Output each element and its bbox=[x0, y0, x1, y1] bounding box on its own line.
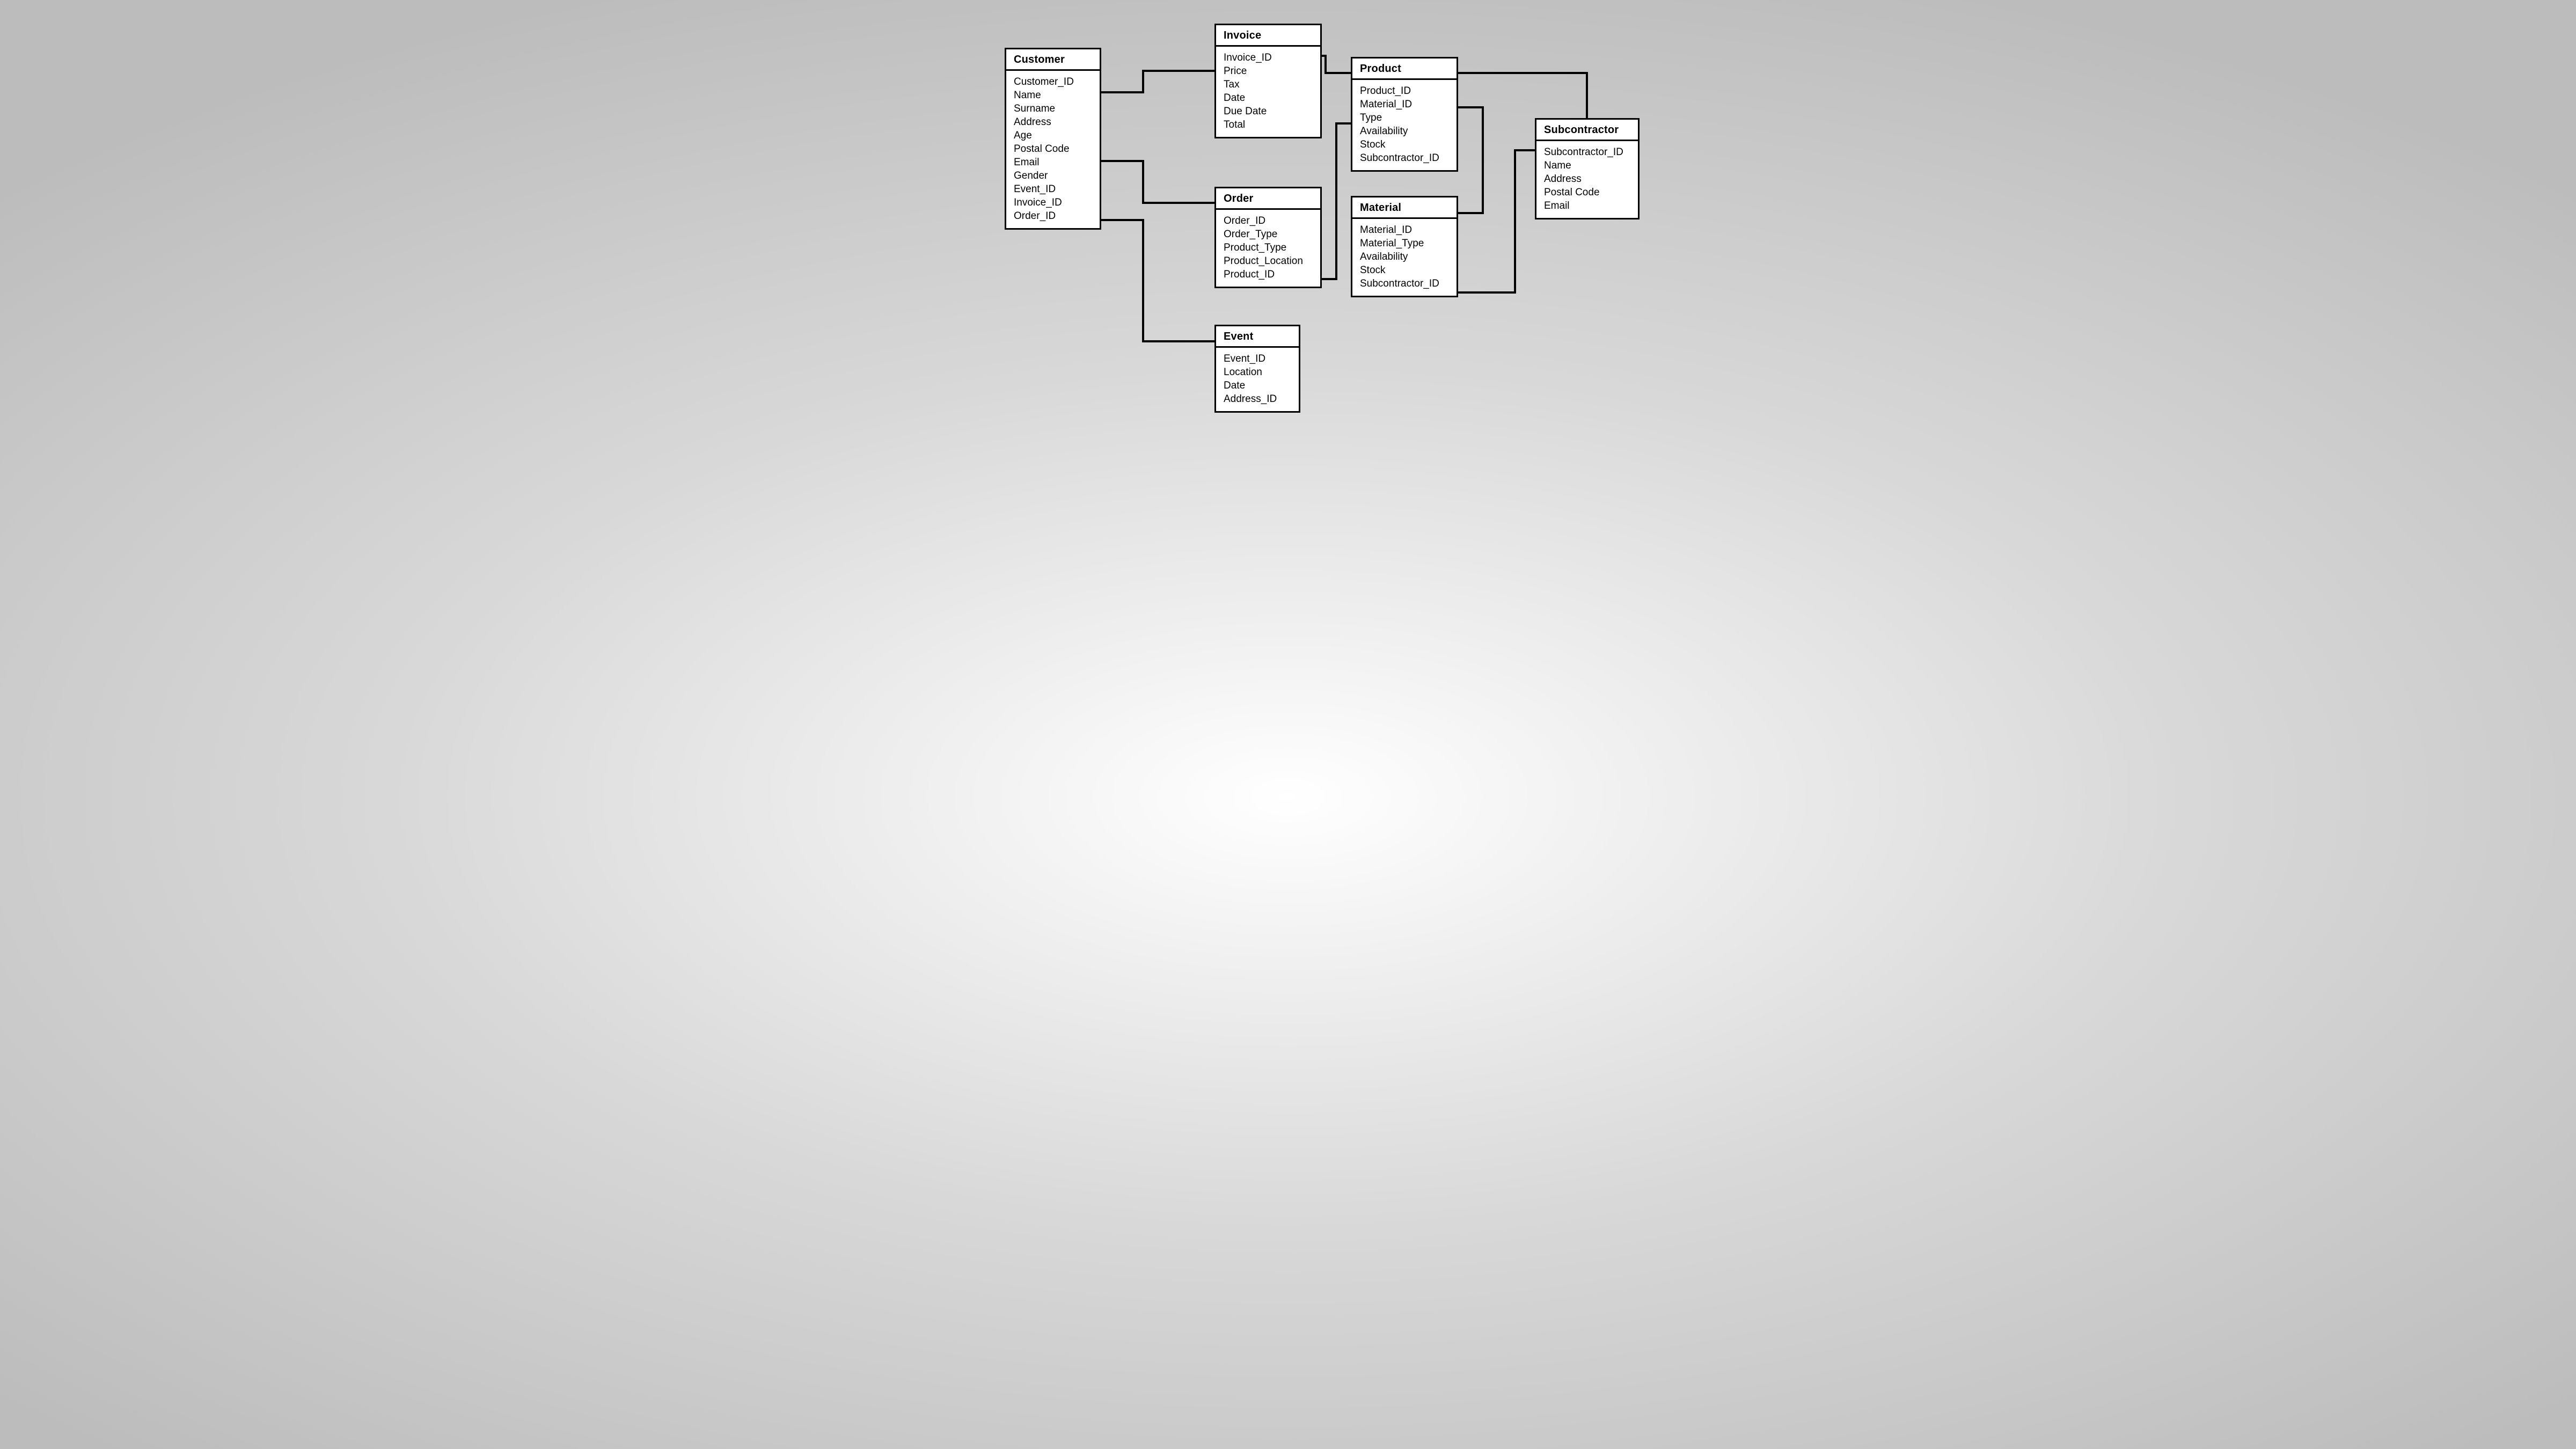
field: Email bbox=[1014, 156, 1092, 169]
field: Material_ID bbox=[1360, 98, 1449, 111]
field: Subcontractor_ID bbox=[1360, 151, 1449, 165]
field: Gender bbox=[1014, 169, 1092, 182]
field: Postal Code bbox=[1544, 186, 1630, 199]
entity-fields: Subcontractor_ID Name Address Postal Cod… bbox=[1536, 141, 1638, 218]
field: Availability bbox=[1360, 250, 1449, 264]
entity-fields: Invoice_ID Price Tax Date Due Date Total bbox=[1216, 47, 1320, 137]
field: Order_ID bbox=[1224, 214, 1313, 228]
entity-fields: Order_ID Order_Type Product_Type Product… bbox=[1216, 210, 1320, 287]
field: Event_ID bbox=[1224, 352, 1291, 365]
field: Order_ID bbox=[1014, 209, 1092, 223]
field: Product_ID bbox=[1224, 268, 1313, 281]
field: Due Date bbox=[1224, 105, 1313, 118]
field: Email bbox=[1544, 199, 1630, 213]
entity-title: Event bbox=[1216, 326, 1299, 348]
field: Material_Type bbox=[1360, 237, 1449, 250]
entity-title: Order bbox=[1216, 188, 1320, 210]
field: Invoice_ID bbox=[1224, 51, 1313, 64]
entity-event: Event Event_ID Location Date Address_ID bbox=[1214, 325, 1300, 413]
field: Subcontractor_ID bbox=[1544, 145, 1630, 159]
field: Address bbox=[1014, 115, 1092, 129]
field: Name bbox=[1014, 89, 1092, 102]
entity-title: Invoice bbox=[1216, 25, 1320, 47]
entity-order: Order Order_ID Order_Type Product_Type P… bbox=[1214, 187, 1322, 288]
entity-customer: Customer Customer_ID Name Surname Addres… bbox=[1005, 48, 1101, 230]
entity-product: Product Product_ID Material_ID Type Avai… bbox=[1351, 57, 1458, 172]
entity-material: Material Material_ID Material_Type Avail… bbox=[1351, 196, 1458, 297]
field: Location bbox=[1224, 365, 1291, 379]
entity-invoice: Invoice Invoice_ID Price Tax Date Due Da… bbox=[1214, 24, 1322, 138]
field: Product_Location bbox=[1224, 254, 1313, 268]
entity-fields: Material_ID Material_Type Availability S… bbox=[1352, 219, 1457, 296]
field: Price bbox=[1224, 64, 1313, 78]
entity-title: Customer bbox=[1006, 49, 1100, 71]
entity-title: Material bbox=[1352, 197, 1457, 219]
field: Order_Type bbox=[1224, 228, 1313, 241]
entity-subcontractor: Subcontractor Subcontractor_ID Name Addr… bbox=[1535, 118, 1640, 219]
field: Subcontractor_ID bbox=[1360, 277, 1449, 290]
er-diagram-canvas: Customer Customer_ID Name Surname Addres… bbox=[902, 0, 1674, 435]
entity-fields: Product_ID Material_ID Type Availability… bbox=[1352, 80, 1457, 170]
field: Date bbox=[1224, 379, 1291, 392]
field: Event_ID bbox=[1014, 182, 1092, 196]
field: Product_Type bbox=[1224, 241, 1313, 254]
field: Postal Code bbox=[1014, 142, 1092, 156]
field: Age bbox=[1014, 129, 1092, 142]
field: Type bbox=[1360, 111, 1449, 125]
field: Stock bbox=[1360, 138, 1449, 151]
field: Total bbox=[1224, 118, 1313, 131]
field: Product_ID bbox=[1360, 84, 1449, 98]
field: Address bbox=[1544, 172, 1630, 186]
field: Tax bbox=[1224, 78, 1313, 91]
field: Material_ID bbox=[1360, 223, 1449, 237]
field: Customer_ID bbox=[1014, 75, 1092, 89]
field: Availability bbox=[1360, 125, 1449, 138]
entity-fields: Event_ID Location Date Address_ID bbox=[1216, 348, 1299, 411]
field: Stock bbox=[1360, 264, 1449, 277]
entity-title: Subcontractor bbox=[1536, 120, 1638, 141]
field: Invoice_ID bbox=[1014, 196, 1092, 209]
field: Date bbox=[1224, 91, 1313, 105]
entity-fields: Customer_ID Name Surname Address Age Pos… bbox=[1006, 71, 1100, 228]
field: Name bbox=[1544, 159, 1630, 172]
field: Address_ID bbox=[1224, 392, 1291, 406]
field: Surname bbox=[1014, 102, 1092, 115]
entity-title: Product bbox=[1352, 58, 1457, 80]
